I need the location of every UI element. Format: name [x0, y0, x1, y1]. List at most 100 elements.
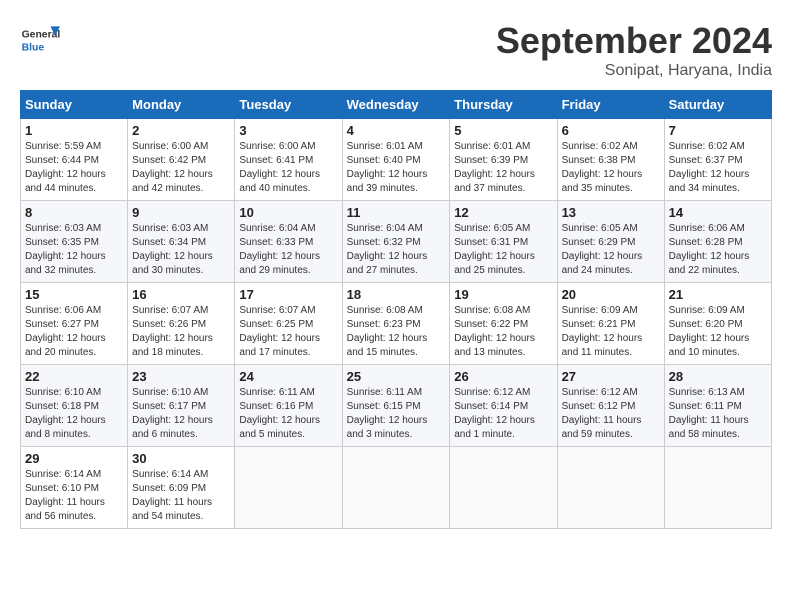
weekday-header-cell: Saturday: [664, 91, 771, 119]
calendar-day-cell: 16 Sunrise: 6:07 AMSunset: 6:26 PMDayligh…: [128, 283, 235, 365]
day-number: 17: [239, 287, 337, 302]
calendar-day-cell: 8 Sunrise: 6:03 AMSunset: 6:35 PMDaylight…: [21, 201, 128, 283]
day-number: 10: [239, 205, 337, 220]
calendar-day-cell: 25Sunrise: 6:11 AMSunset: 6:15 PMDayligh…: [342, 365, 450, 447]
weekday-header-cell: Thursday: [450, 91, 557, 119]
day-number: 3: [239, 123, 337, 138]
day-number: 2: [132, 123, 230, 138]
day-info: Sunrise: 5:59 AMSunset: 6:44 PMDaylight:…: [25, 140, 123, 196]
calendar-day-cell: 20Sunrise: 6:09 AMSunset: 6:21 PMDayligh…: [557, 283, 664, 365]
day-number: 29: [25, 451, 123, 466]
location: Sonipat, Haryana, India: [496, 62, 772, 80]
calendar-week-row: 29Sunrise: 6:14 AMSunset: 6:10 PMDayligh…: [21, 447, 772, 529]
day-info: Sunrise: 6:02 AMSunset: 6:37 PMDaylight:…: [669, 140, 767, 196]
day-number: 4: [347, 123, 446, 138]
day-number: 9: [132, 205, 230, 220]
day-info: Sunrise: 6:07 AMSunset: 6:26 PMDaylight:…: [132, 304, 230, 360]
calendar-day-cell: 5 Sunrise: 6:01 AMSunset: 6:39 PMDaylight…: [450, 119, 557, 201]
day-number: 6: [562, 123, 660, 138]
day-info: Sunrise: 6:13 AMSunset: 6:11 PMDaylight:…: [669, 386, 767, 442]
calendar-day-cell: 15 Sunrise: 6:06 AMSunset: 6:27 PMDayligh…: [21, 283, 128, 365]
day-number: 28: [669, 369, 767, 384]
day-number: 21: [669, 287, 767, 302]
calendar-day-cell: 29Sunrise: 6:14 AMSunset: 6:10 PMDayligh…: [21, 447, 128, 529]
day-number: 7: [669, 123, 767, 138]
calendar-day-cell: 17 Sunrise: 6:07 AMSunset: 6:25 PMDayligh…: [235, 283, 342, 365]
logo: General Blue: [20, 20, 64, 60]
calendar-day-cell: 19 Sunrise: 6:08 AMSunset: 6:22 PMDayligh…: [450, 283, 557, 365]
calendar-day-cell: 3 Sunrise: 6:00 AMSunset: 6:41 PMDaylight…: [235, 119, 342, 201]
day-number: 16: [132, 287, 230, 302]
calendar-day-cell: [664, 447, 771, 529]
day-number: 14: [669, 205, 767, 220]
calendar-day-cell: 2 Sunrise: 6:00 AMSunset: 6:42 PMDaylight…: [128, 119, 235, 201]
calendar-day-cell: 22Sunrise: 6:10 AMSunset: 6:18 PMDayligh…: [21, 365, 128, 447]
day-info: Sunrise: 6:14 AMSunset: 6:09 PMDaylight:…: [132, 468, 230, 524]
day-info: Sunrise: 6:01 AMSunset: 6:39 PMDaylight:…: [454, 140, 552, 196]
day-number: 30: [132, 451, 230, 466]
calendar-day-cell: [235, 447, 342, 529]
day-info: Sunrise: 6:00 AMSunset: 6:42 PMDaylight:…: [132, 140, 230, 196]
header: General Blue September 2024 Sonipat, Har…: [20, 20, 772, 80]
calendar-day-cell: 14Sunrise: 6:06 AMSunset: 6:28 PMDayligh…: [664, 201, 771, 283]
calendar-day-cell: 11 Sunrise: 6:04 AMSunset: 6:32 PMDayligh…: [342, 201, 450, 283]
day-number: 13: [562, 205, 660, 220]
day-info: Sunrise: 6:04 AMSunset: 6:33 PMDaylight:…: [239, 222, 337, 278]
svg-text:Blue: Blue: [22, 42, 45, 53]
day-info: Sunrise: 6:05 AMSunset: 6:29 PMDaylight:…: [562, 222, 660, 278]
calendar-week-row: 15 Sunrise: 6:06 AMSunset: 6:27 PMDayligh…: [21, 283, 772, 365]
day-info: Sunrise: 6:01 AMSunset: 6:40 PMDaylight:…: [347, 140, 446, 196]
calendar-week-row: 22Sunrise: 6:10 AMSunset: 6:18 PMDayligh…: [21, 365, 772, 447]
day-info: Sunrise: 6:03 AMSunset: 6:35 PMDaylight:…: [25, 222, 123, 278]
day-info: Sunrise: 6:09 AMSunset: 6:20 PMDaylight:…: [669, 304, 767, 360]
calendar-day-cell: 9Sunrise: 6:03 AMSunset: 6:34 PMDaylight…: [128, 201, 235, 283]
calendar-day-cell: 26Sunrise: 6:12 AMSunset: 6:14 PMDayligh…: [450, 365, 557, 447]
day-number: 23: [132, 369, 230, 384]
day-number: 1: [25, 123, 123, 138]
calendar-day-cell: [557, 447, 664, 529]
calendar-day-cell: 24 Sunrise: 6:11 AMSunset: 6:16 PMDayligh…: [235, 365, 342, 447]
calendar-day-cell: 1 Sunrise: 5:59 AMSunset: 6:44 PMDaylight…: [21, 119, 128, 201]
day-number: 18: [347, 287, 446, 302]
day-info: Sunrise: 6:08 AMSunset: 6:23 PMDaylight:…: [347, 304, 446, 360]
day-info: Sunrise: 6:04 AMSunset: 6:32 PMDaylight:…: [347, 222, 446, 278]
month-title: September 2024: [496, 20, 772, 62]
day-info: Sunrise: 6:05 AMSunset: 6:31 PMDaylight:…: [454, 222, 552, 278]
day-number: 19: [454, 287, 552, 302]
calendar-day-cell: [342, 447, 450, 529]
weekday-header-cell: Sunday: [21, 91, 128, 119]
calendar-day-cell: 28 Sunrise: 6:13 AMSunset: 6:11 PMDayligh…: [664, 365, 771, 447]
day-info: Sunrise: 6:09 AMSunset: 6:21 PMDaylight:…: [562, 304, 660, 360]
calendar-table: SundayMondayTuesdayWednesdayThursdayFrid…: [20, 90, 772, 529]
weekday-header-cell: Friday: [557, 91, 664, 119]
calendar-day-cell: [450, 447, 557, 529]
day-info: Sunrise: 6:10 AMSunset: 6:17 PMDaylight:…: [132, 386, 230, 442]
calendar-day-cell: 6Sunrise: 6:02 AMSunset: 6:38 PMDaylight…: [557, 119, 664, 201]
calendar-week-row: 1 Sunrise: 5:59 AMSunset: 6:44 PMDaylight…: [21, 119, 772, 201]
calendar-day-cell: 30 Sunrise: 6:14 AMSunset: 6:09 PMDayligh…: [128, 447, 235, 529]
calendar-day-cell: 7 Sunrise: 6:02 AMSunset: 6:37 PMDaylight…: [664, 119, 771, 201]
title-area: September 2024 Sonipat, Haryana, India: [496, 20, 772, 80]
day-info: Sunrise: 6:00 AMSunset: 6:41 PMDaylight:…: [239, 140, 337, 196]
day-info: Sunrise: 6:11 AMSunset: 6:15 PMDaylight:…: [347, 386, 446, 442]
calendar-day-cell: 21 Sunrise: 6:09 AMSunset: 6:20 PMDayligh…: [664, 283, 771, 365]
day-info: Sunrise: 6:07 AMSunset: 6:25 PMDaylight:…: [239, 304, 337, 360]
weekday-header-cell: Wednesday: [342, 91, 450, 119]
calendar-body: 1 Sunrise: 5:59 AMSunset: 6:44 PMDaylight…: [21, 119, 772, 529]
logo-icon: General Blue: [20, 20, 60, 60]
day-info: Sunrise: 6:12 AMSunset: 6:12 PMDaylight:…: [562, 386, 660, 442]
weekday-header-cell: Monday: [128, 91, 235, 119]
day-info: Sunrise: 6:11 AMSunset: 6:16 PMDaylight:…: [239, 386, 337, 442]
day-number: 26: [454, 369, 552, 384]
day-number: 5: [454, 123, 552, 138]
day-info: Sunrise: 6:08 AMSunset: 6:22 PMDaylight:…: [454, 304, 552, 360]
day-number: 24: [239, 369, 337, 384]
day-number: 11: [347, 205, 446, 220]
day-info: Sunrise: 6:10 AMSunset: 6:18 PMDaylight:…: [25, 386, 123, 442]
day-info: Sunrise: 6:06 AMSunset: 6:27 PMDaylight:…: [25, 304, 123, 360]
calendar-day-cell: 27 Sunrise: 6:12 AMSunset: 6:12 PMDayligh…: [557, 365, 664, 447]
day-number: 8: [25, 205, 123, 220]
day-number: 27: [562, 369, 660, 384]
day-number: 15: [25, 287, 123, 302]
weekday-header-cell: Tuesday: [235, 91, 342, 119]
